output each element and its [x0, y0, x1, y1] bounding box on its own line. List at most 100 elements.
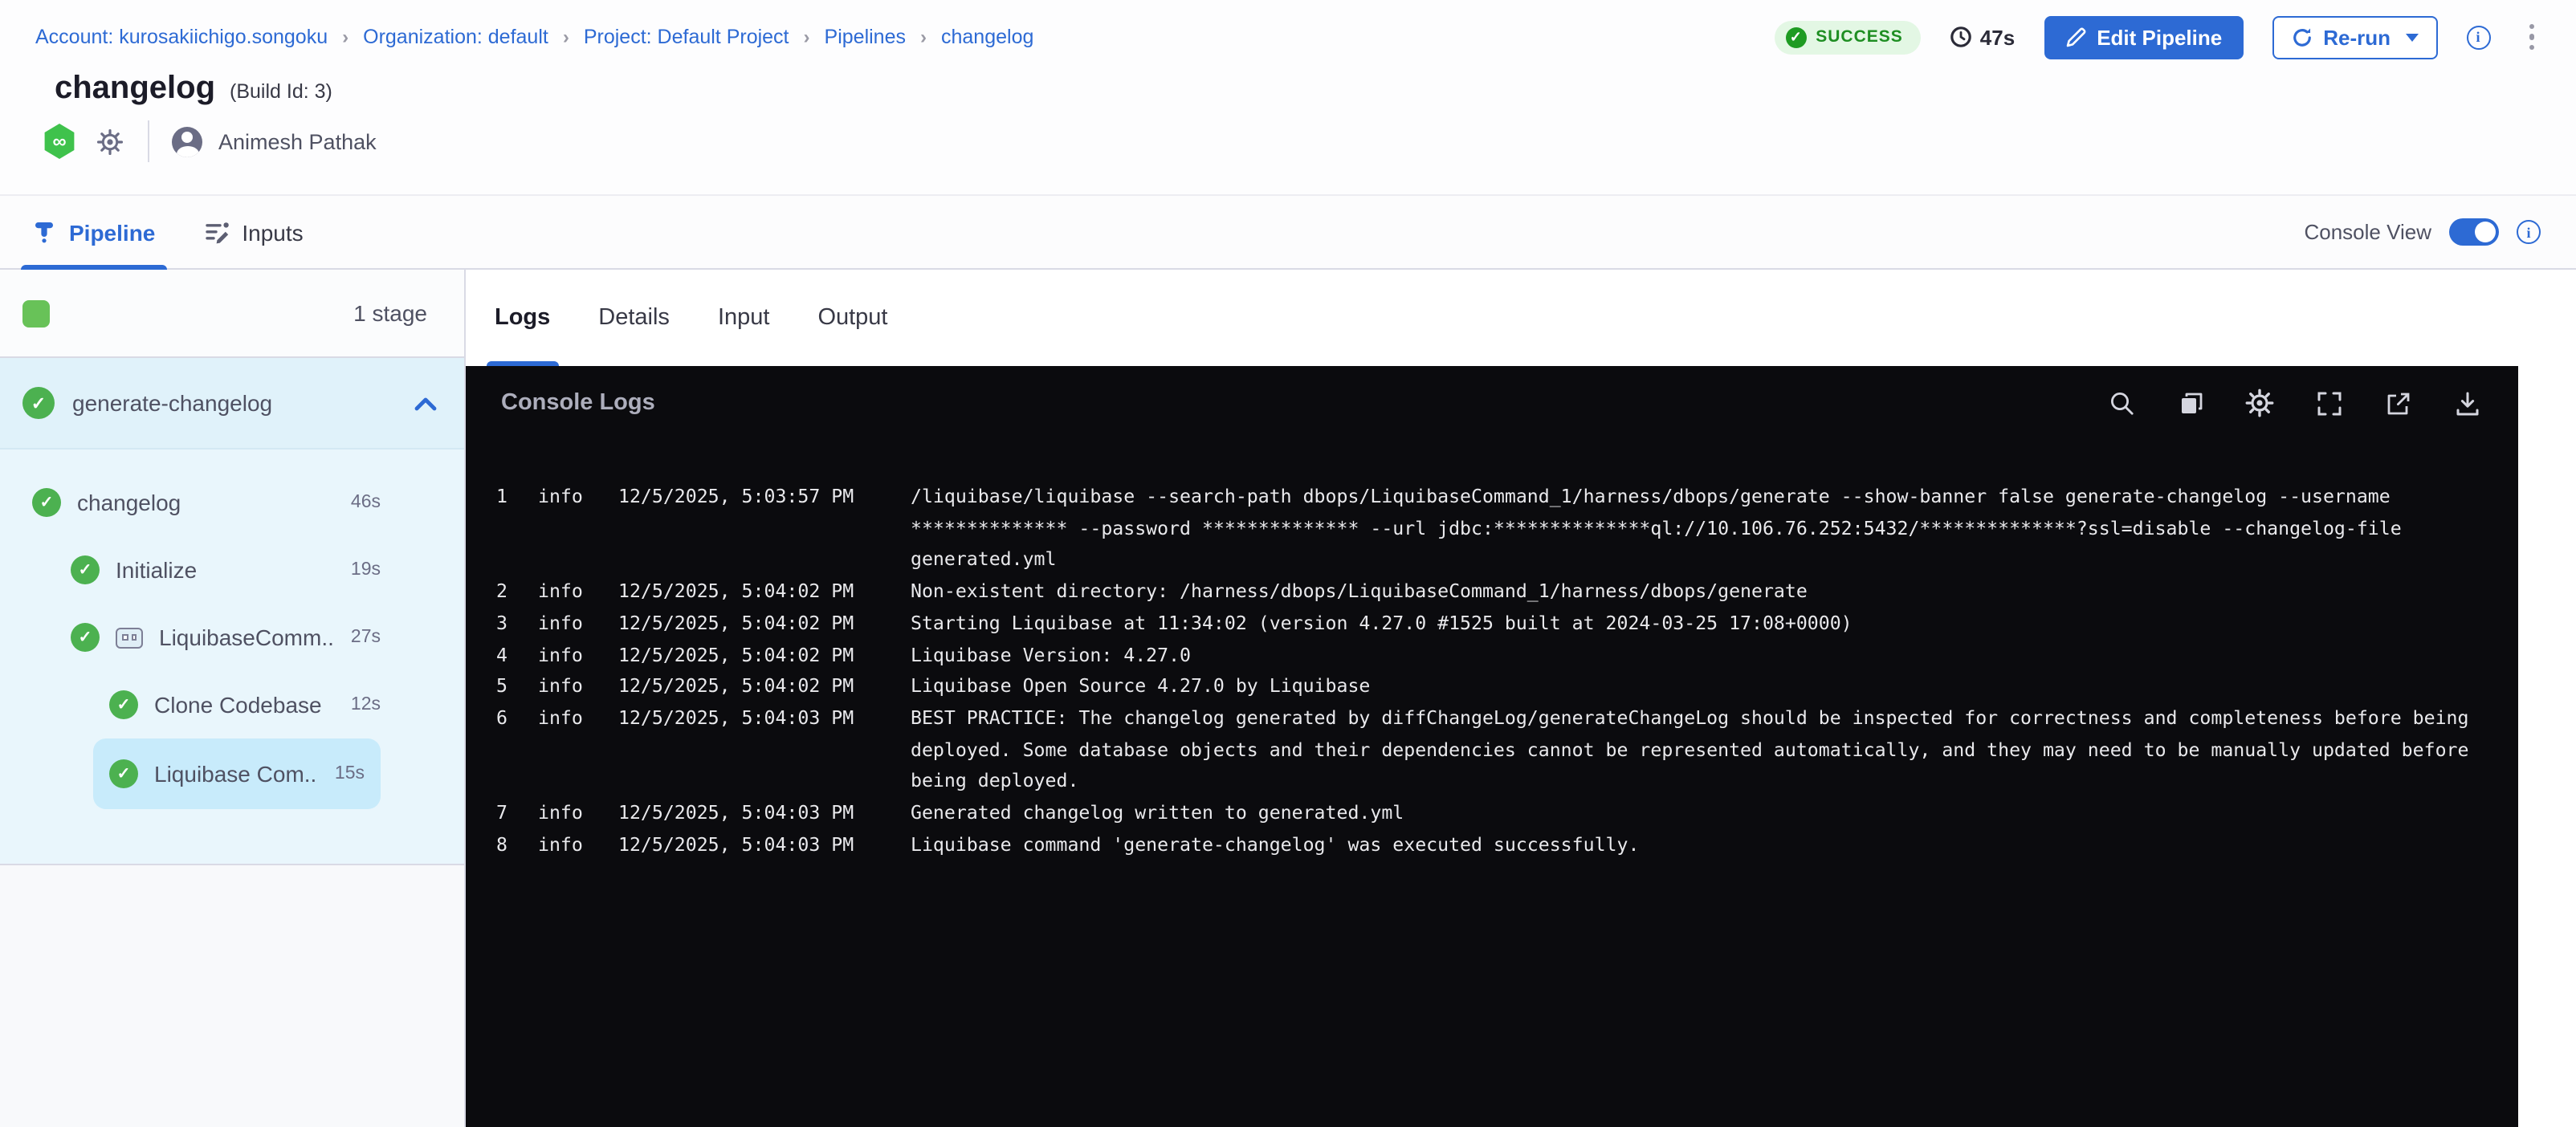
user-name: Animesh Pathak: [218, 129, 377, 153]
rerun-button[interactable]: Re-run: [2272, 15, 2437, 59]
more-options-menu[interactable]: [2519, 21, 2544, 54]
sidebar-empty-area: [0, 864, 464, 1127]
log-timestamp: 12/5/2025, 5:04:02 PM: [618, 576, 891, 608]
log-line: 4 info 12/5/2025, 5:04:02 PM Liquibase V…: [496, 640, 2480, 671]
step-duration: 27s: [351, 628, 381, 647]
log-tab-input[interactable]: Input: [718, 270, 770, 366]
step-label: LiquibaseComm...: [159, 625, 335, 650]
breadcrumb: Account: kurosakiichigo.songoku › Organiza…: [35, 26, 1033, 48]
breadcrumb-separator: ›: [920, 26, 927, 48]
log-timestamp: 12/5/2025, 5:04:02 PM: [618, 608, 891, 640]
step-label: Clone Codebase: [154, 692, 322, 718]
rerun-label: Re-run: [2323, 25, 2391, 49]
breadcrumb-separator: ›: [804, 26, 810, 48]
step-row[interactable]: ✓ LiquibaseComm... 27s: [0, 604, 464, 671]
tab-pipeline[interactable]: Pipeline: [32, 196, 155, 268]
tab-inputs[interactable]: Inputs: [203, 196, 303, 268]
step-success-icon: ✓: [109, 690, 138, 719]
step-success-icon: ✓: [109, 759, 138, 788]
edit-pipeline-button[interactable]: Edit Pipeline: [2044, 15, 2243, 59]
step-label: Liquibase Com...: [154, 761, 319, 787]
log-line-number: 1: [496, 482, 519, 576]
log-timestamp: 12/5/2025, 5:04:03 PM: [618, 798, 891, 829]
log-line-number: 6: [496, 703, 519, 798]
log-message: Liquibase command 'generate-changelog' w…: [911, 829, 2480, 861]
log-level: info: [538, 829, 599, 861]
ci-module-icon: ∞: [43, 124, 75, 159]
copy-icon[interactable]: [2176, 389, 2205, 417]
log-message: Liquibase Open Source 4.27.0 by Liquibas…: [911, 671, 2480, 702]
breadcrumb-separator: ›: [342, 26, 348, 48]
breadcrumb-item[interactable]: Organization: default: [363, 26, 548, 48]
log-level: info: [538, 703, 599, 798]
stage-status-icon: [22, 299, 50, 327]
step-duration: 19s: [351, 560, 381, 580]
log-line-number: 5: [496, 671, 519, 702]
log-tab-logs[interactable]: Logs: [495, 270, 550, 366]
refresh-icon: [2291, 26, 2312, 47]
clock-icon: [1950, 26, 1972, 48]
log-level: info: [538, 798, 599, 829]
status-badge: ✓ SUCCESS: [1774, 20, 1921, 54]
stage-name: generate-changelog: [72, 390, 272, 416]
breadcrumb-item[interactable]: Pipelines: [825, 26, 906, 48]
step-row[interactable]: ✓ Initialize 19s: [0, 536, 464, 604]
log-tab-details[interactable]: Details: [598, 270, 670, 366]
log-line-number: 8: [496, 829, 519, 861]
plugin-icon: [116, 627, 143, 648]
duration-indicator: 47s: [1950, 25, 2015, 49]
step-row[interactable]: ✓ Liquibase Com... 15s: [93, 738, 381, 809]
search-icon[interactable]: [2107, 389, 2136, 417]
stage-success-icon: ✓: [22, 387, 55, 419]
breadcrumb-item[interactable]: Account: kurosakiichigo.songoku: [35, 26, 328, 48]
log-message: Starting Liquibase at 11:34:02 (version …: [911, 608, 2480, 640]
log-level: info: [538, 608, 599, 640]
fullscreen-icon[interactable]: [2314, 389, 2343, 417]
step-tree: ✓ changelog 46s ✓ Initialize 19s ✓ Liqui…: [0, 450, 464, 864]
console-header: Console Logs: [466, 366, 2518, 440]
page-title: changelog: [55, 71, 215, 108]
status-text: SUCCESS: [1816, 27, 1903, 47]
log-tab-output[interactable]: Output: [817, 270, 887, 366]
console-log-body[interactable]: 1 info 12/5/2025, 5:03:57 PM /liquibase/…: [466, 440, 2518, 861]
log-line: 2 info 12/5/2025, 5:04:02 PM Non-existen…: [496, 576, 2480, 608]
log-message: Liquibase Version: 4.27.0: [911, 640, 2480, 671]
log-message: Generated changelog written to generated…: [911, 798, 2480, 829]
console-toolbar: [2107, 389, 2481, 417]
log-timestamp: 12/5/2025, 5:03:57 PM: [618, 482, 891, 576]
header-actions: ✓ SUCCESS 47s Edit Pipeline: [1774, 15, 2544, 59]
log-line-number: 3: [496, 608, 519, 640]
chevron-down-icon: [2405, 33, 2418, 41]
tab-pipeline-label: Pipeline: [69, 219, 155, 245]
view-tabstrip: Pipeline Inputs Console View i: [0, 194, 2576, 270]
download-icon[interactable]: [2452, 389, 2481, 417]
console-view-info-icon[interactable]: i: [2517, 220, 2541, 244]
log-timestamp: 12/5/2025, 5:04:03 PM: [618, 829, 891, 861]
log-level: info: [538, 640, 599, 671]
open-in-new-icon[interactable]: [2383, 389, 2412, 417]
log-message: Non-existent directory: /harness/dbops/L…: [911, 576, 2480, 608]
breadcrumb-item[interactable]: Project: Default Project: [584, 26, 789, 48]
edit-pipeline-label: Edit Pipeline: [2097, 25, 2222, 49]
execution-sidebar: 1 stage ✓ generate-changelog ✓ changelog…: [0, 270, 466, 1127]
log-message: /liquibase/liquibase --search-path dbops…: [911, 482, 2480, 576]
stage-header[interactable]: ✓ generate-changelog: [0, 358, 464, 450]
log-line-number: 4: [496, 640, 519, 671]
gear-icon[interactable]: [96, 128, 124, 155]
page-header: Account: kurosakiichigo.songoku › Organiza…: [0, 0, 2576, 194]
breadcrumb-item[interactable]: changelog: [941, 26, 1033, 48]
info-icon[interactable]: i: [2466, 25, 2490, 49]
log-timestamp: 12/5/2025, 5:04:02 PM: [618, 640, 891, 671]
build-id: (Build Id: 3): [230, 80, 332, 103]
console-view-toggle[interactable]: [2449, 218, 2499, 246]
chevron-up-icon[interactable]: [414, 396, 437, 410]
step-label: changelog: [77, 490, 181, 515]
settings-icon[interactable]: [2245, 389, 2274, 417]
log-level: info: [538, 576, 599, 608]
log-line: 6 info 12/5/2025, 5:04:03 PM BEST PRACTI…: [496, 703, 2480, 798]
step-success-icon: ✓: [71, 623, 100, 652]
step-success-icon: ✓: [71, 555, 100, 584]
step-row[interactable]: ✓ changelog 46s: [0, 469, 464, 536]
step-duration: 15s: [335, 764, 365, 783]
step-row[interactable]: ✓ Clone Codebase 12s: [0, 671, 464, 738]
